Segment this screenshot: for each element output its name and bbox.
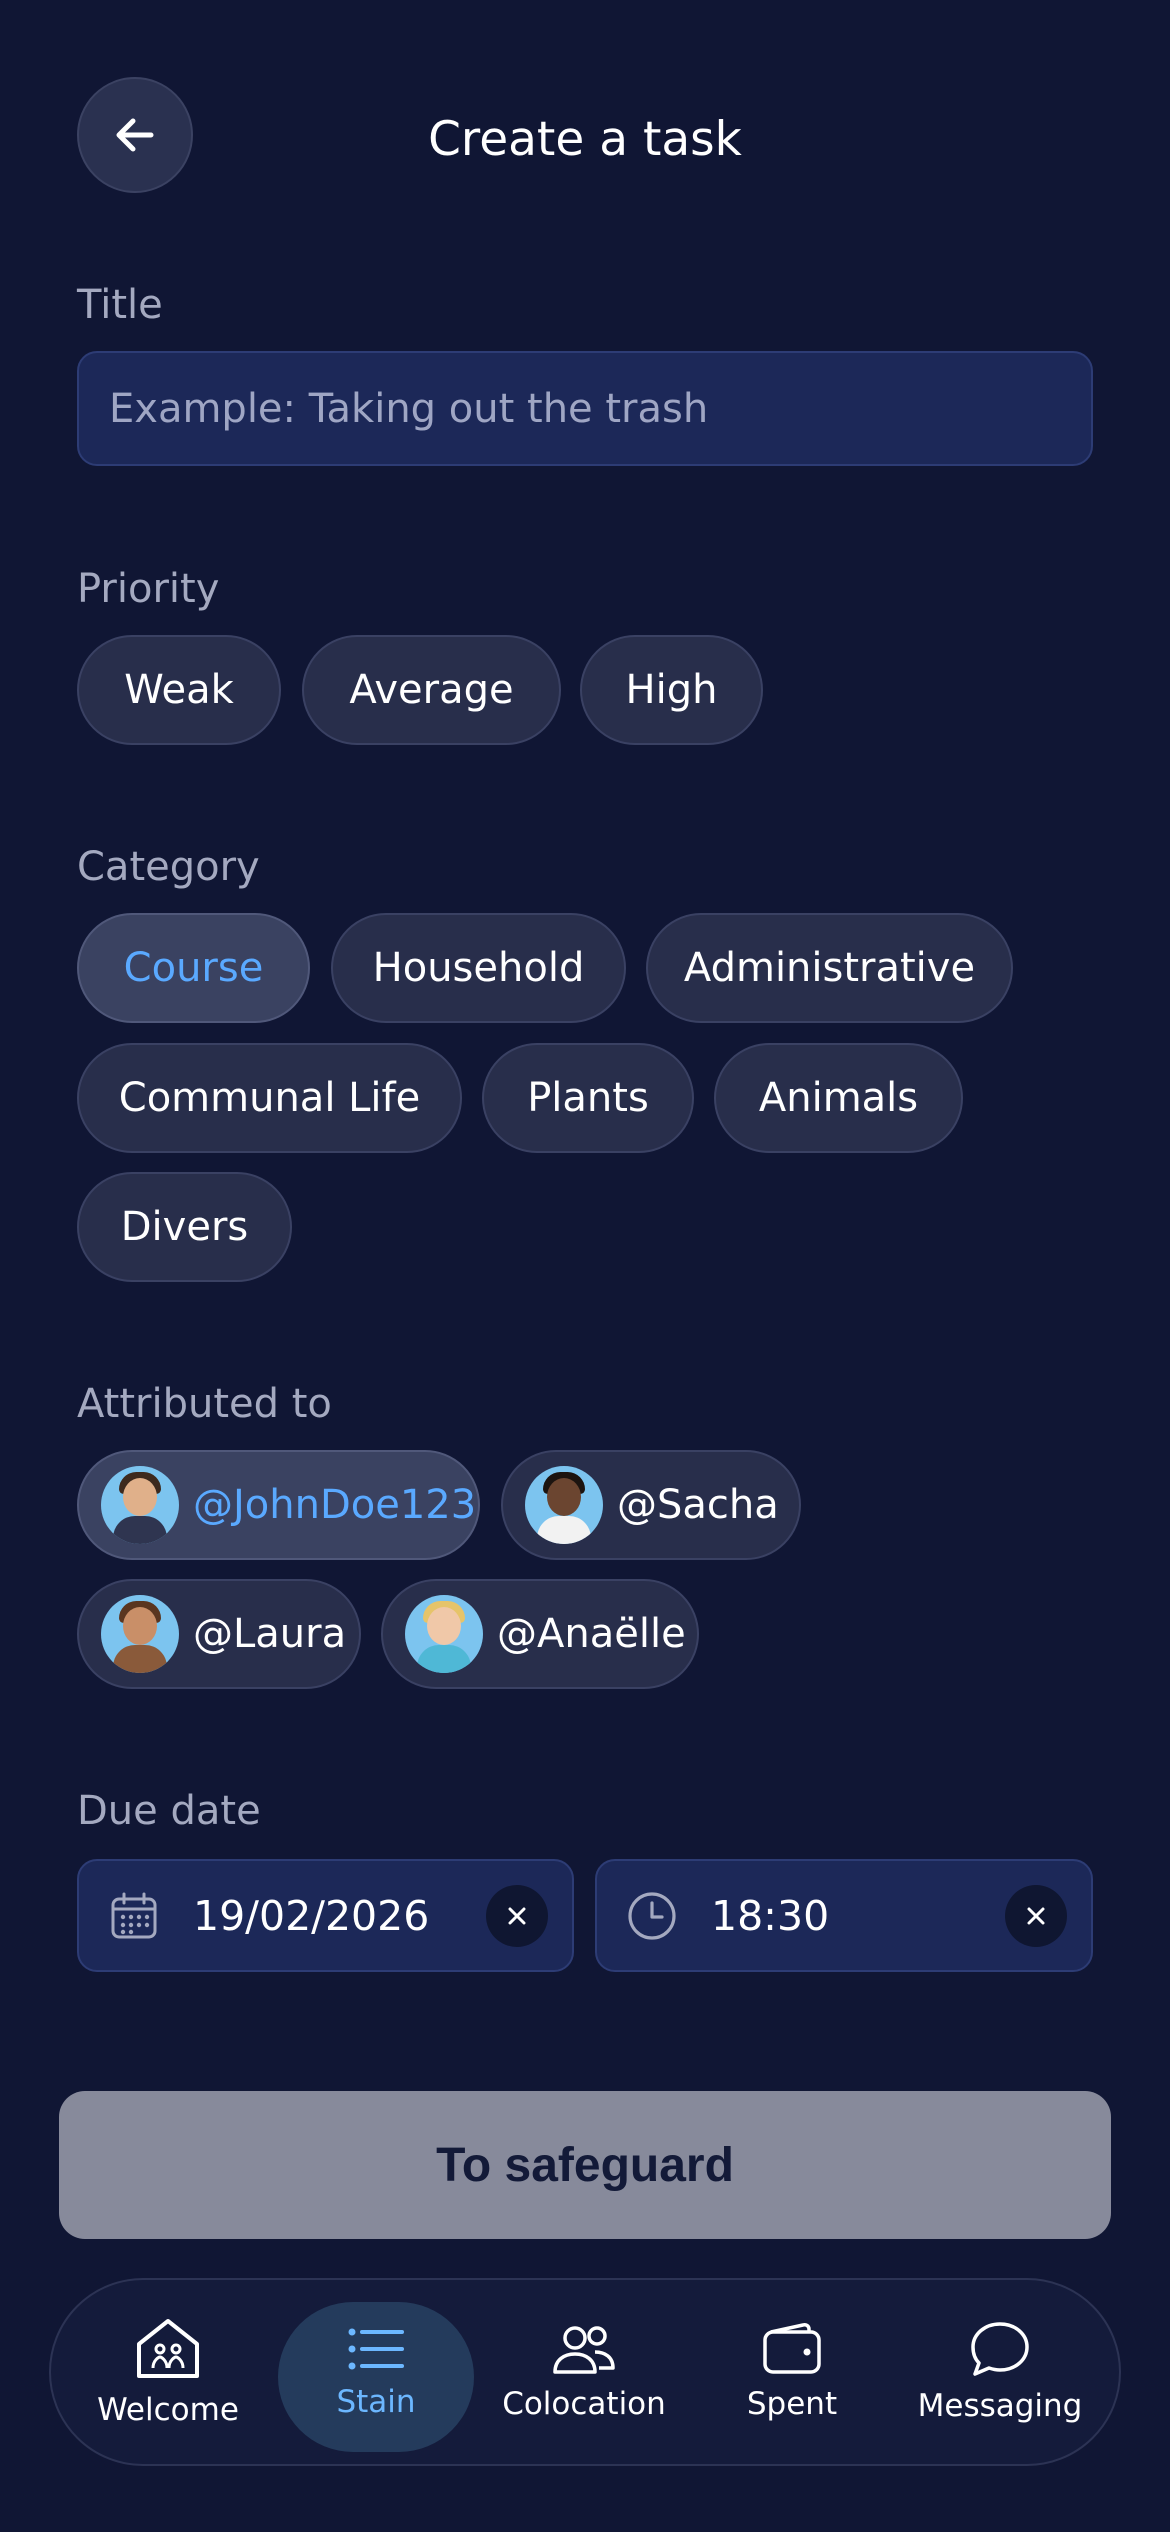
category-chip-animals[interactable]: Animals	[714, 1043, 963, 1153]
user-chip-laura[interactable]: @Laura	[77, 1579, 361, 1689]
date-field[interactable]: 19/02/2026	[77, 1859, 574, 1972]
nav-label: Spent	[746, 2386, 838, 2422]
nav-label: Welcome	[97, 2392, 239, 2428]
priority-chip-weak[interactable]: Weak	[77, 635, 281, 745]
nav-item-welcome[interactable]: Welcome	[70, 2280, 266, 2464]
home-icon	[137, 2319, 199, 2378]
time-field[interactable]: 18:30	[595, 1859, 1093, 1972]
close-icon	[1027, 1907, 1045, 1924]
category-chip-course[interactable]: Course	[77, 913, 310, 1023]
clear-time-button[interactable]	[1005, 1884, 1067, 1947]
avatar	[405, 1595, 483, 1673]
nav-item-colocation[interactable]: Colocation	[486, 2280, 682, 2464]
due-date-label: Due date	[77, 1788, 261, 1834]
title-label: Title	[77, 282, 163, 328]
category-chip-plants[interactable]: Plants	[482, 1043, 694, 1153]
page-title: Create a task	[428, 112, 742, 167]
bottom-nav: Welcome Stain Colocation Spent Messaging	[49, 2278, 1121, 2466]
close-icon	[508, 1907, 526, 1924]
user-chip-johndoe123[interactable]: @JohnDoe123	[77, 1450, 480, 1560]
save-button[interactable]: To safeguard	[59, 2091, 1111, 2239]
user-name: @Anaëlle	[497, 1611, 686, 1657]
priority-chip-average[interactable]: Average	[302, 635, 561, 745]
avatar	[525, 1466, 603, 1544]
user-chip-anaelle[interactable]: @Anaëlle	[381, 1579, 699, 1689]
nav-item-spent[interactable]: Spent	[694, 2280, 890, 2464]
title-input[interactable]	[77, 351, 1093, 466]
attributed-label: Attributed to	[77, 1381, 332, 1427]
priority-chip-high[interactable]: High	[580, 635, 763, 745]
calendar-icon	[107, 1889, 161, 1943]
time-value: 18:30	[711, 1891, 830, 1940]
nav-label: Messaging	[917, 2388, 1083, 2424]
nav-item-messaging[interactable]: Messaging	[902, 2280, 1098, 2464]
user-chip-sacha[interactable]: @Sacha	[501, 1450, 801, 1560]
clear-date-button[interactable]	[486, 1884, 548, 1947]
category-chip-administrative[interactable]: Administrative	[646, 913, 1013, 1023]
nav-label: Colocation	[502, 2386, 666, 2422]
chat-bubble-icon	[971, 2322, 1029, 2376]
user-name: @JohnDoe123	[193, 1482, 477, 1528]
clock-icon	[625, 1889, 679, 1943]
list-icon	[348, 2328, 404, 2370]
user-name: @Sacha	[617, 1482, 779, 1528]
nav-label: Stain	[336, 2384, 416, 2420]
avatar	[101, 1466, 179, 1544]
category-chip-communal-life[interactable]: Communal Life	[77, 1043, 462, 1153]
priority-label: Priority	[77, 566, 220, 612]
wallet-icon	[763, 2323, 821, 2374]
users-icon	[553, 2326, 615, 2374]
date-value: 19/02/2026	[193, 1891, 430, 1940]
avatar	[101, 1595, 179, 1673]
nav-item-stain[interactable]: Stain	[278, 2280, 474, 2464]
category-chip-divers[interactable]: Divers	[77, 1172, 292, 1282]
category-chip-household[interactable]: Household	[331, 913, 626, 1023]
category-label: Category	[77, 844, 260, 890]
user-name: @Laura	[193, 1611, 347, 1657]
